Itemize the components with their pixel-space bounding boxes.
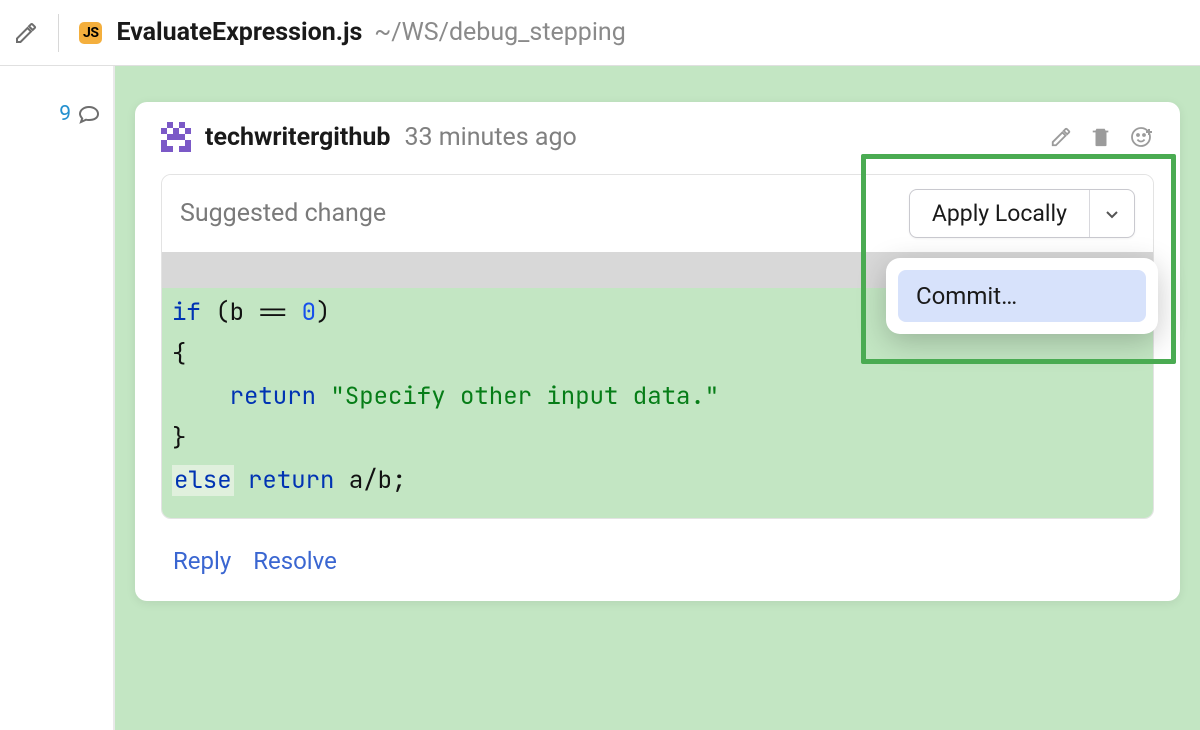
suggested-change-title: Suggested change [180, 199, 386, 228]
file-type-badge: JS [79, 22, 102, 44]
add-reaction-icon[interactable] [1130, 125, 1154, 149]
apply-dropdown-menu: Commit… [886, 258, 1158, 334]
delete-comment-icon[interactable] [1090, 126, 1112, 148]
file-title: EvaluateExpression.js ~/WS/debug_steppin… [116, 18, 625, 47]
avatar [161, 122, 191, 152]
apply-locally-button[interactable]: Apply Locally [909, 189, 1135, 238]
file-header: JS EvaluateExpression.js ~/WS/debug_step… [0, 0, 1200, 66]
edit-comment-icon[interactable] [1050, 126, 1072, 148]
line-number: 9 [59, 102, 71, 126]
code-text: (b == [201, 297, 302, 328]
code-kw: else [174, 465, 232, 496]
chevron-down-icon[interactable] [1090, 190, 1134, 237]
comment-author: techwritergithub [205, 123, 390, 152]
code-string: "Specify other input data." [316, 381, 719, 412]
code-kw: if [172, 297, 201, 328]
code-num: 0 [302, 297, 316, 328]
resolve-link[interactable]: Resolve [253, 547, 337, 575]
filepath: ~/WS/debug_stepping [374, 18, 626, 47]
suggested-change-header: Suggested change Apply Locally [162, 175, 1153, 252]
gutter: 9 [0, 66, 115, 730]
comment-header: techwritergithub 33 minutes ago [161, 122, 1154, 152]
code-text: } [172, 423, 186, 454]
code-text: a/b; [334, 465, 406, 496]
diff-content: techwritergithub 33 minutes ago Sug [115, 66, 1200, 730]
code-kw: return [248, 465, 334, 496]
apply-locally-label[interactable]: Apply Locally [910, 190, 1090, 237]
main-area: 9 techwritergithub 33 minutes ago [0, 66, 1200, 730]
commit-menu-item[interactable]: Commit… [898, 270, 1146, 322]
reply-link[interactable]: Reply [173, 547, 231, 575]
comment-actions [1050, 125, 1154, 149]
code-kw: return [172, 381, 316, 412]
comment-footer-actions: Reply Resolve [161, 547, 1154, 575]
filename: EvaluateExpression.js [116, 18, 362, 47]
suggested-change-block: Suggested change Apply Locally if (b == … [161, 174, 1154, 519]
comment-timestamp: 33 minutes ago [404, 123, 576, 152]
comment-icon[interactable] [77, 102, 101, 124]
edit-icon[interactable] [14, 21, 38, 45]
code-text: ) [316, 297, 330, 328]
code-text: { [172, 339, 186, 370]
review-comment-card: techwritergithub 33 minutes ago Sug [135, 102, 1180, 601]
divider [58, 14, 59, 52]
